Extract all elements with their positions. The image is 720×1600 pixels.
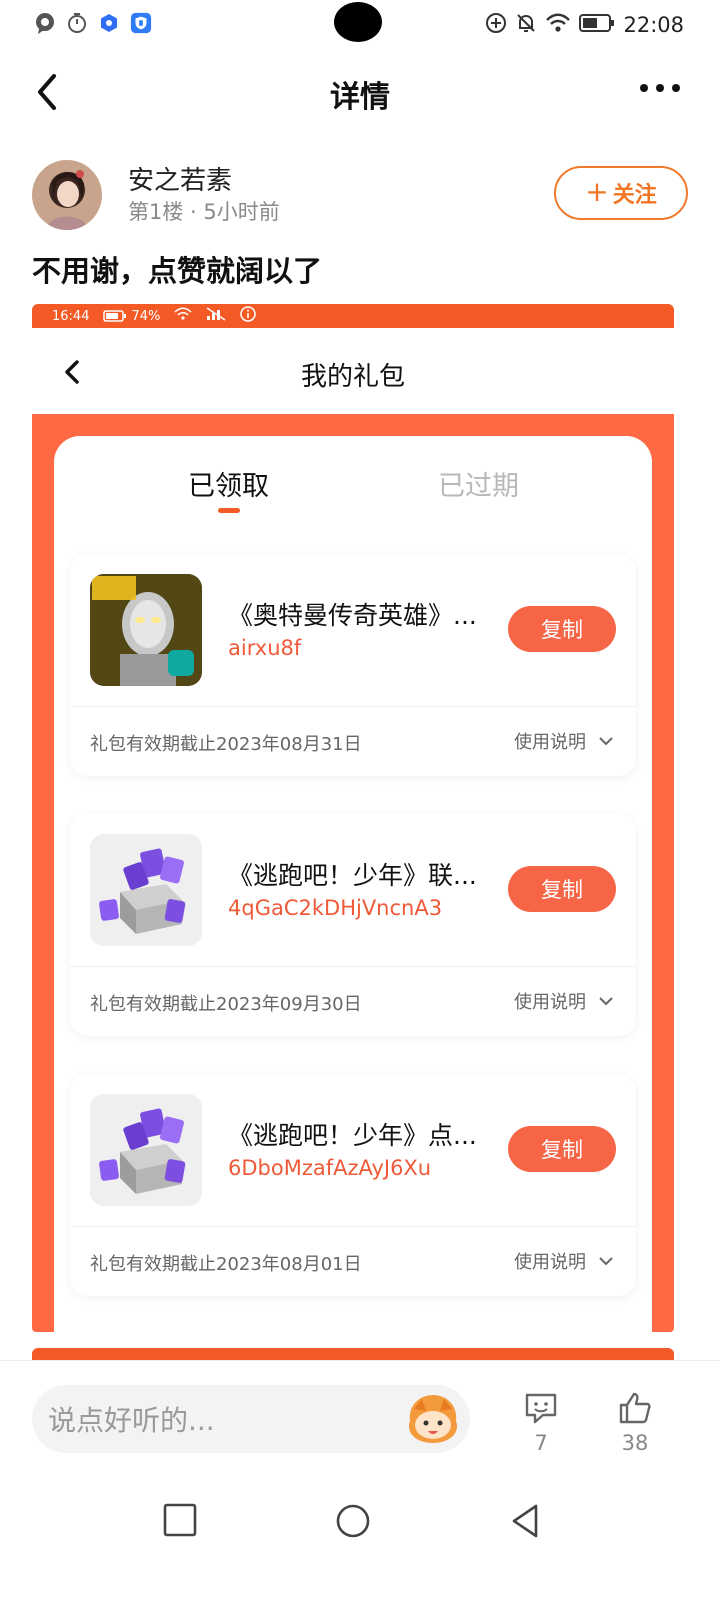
usage-help-label: 使用说明 xyxy=(514,992,586,1013)
add-circle-icon xyxy=(485,12,507,38)
usage-help-label: 使用说明 xyxy=(514,732,586,753)
comment-icon xyxy=(525,1393,557,1424)
status-left-icons xyxy=(34,12,152,34)
gift-expiry: 礼包有效期截止2023年09月30日 xyxy=(90,994,362,1015)
signal-off-icon xyxy=(206,307,226,325)
like-action[interactable]: 38 xyxy=(610,1391,660,1455)
image-battery: 74% xyxy=(103,309,160,324)
chevron-down-icon xyxy=(599,737,613,746)
triangle-back-icon xyxy=(512,1504,538,1538)
follow-label: 关注 xyxy=(612,183,657,208)
comment-count: 7 xyxy=(534,1431,548,1455)
gift-name: 《逃跑吧！少年》点... xyxy=(228,1121,477,1150)
divider xyxy=(70,1226,636,1227)
gift-expiry: 礼包有效期截止2023年08月01日 xyxy=(90,1254,362,1275)
blue-app-icon xyxy=(98,12,120,34)
image-status-time: 16:44 xyxy=(52,308,90,324)
wifi-icon xyxy=(545,12,571,38)
image-title: 我的礼包 xyxy=(300,362,405,392)
comment-input[interactable]: 说点好听的... xyxy=(32,1385,470,1453)
page-title: 详情 xyxy=(330,80,390,115)
copy-button: 复制 xyxy=(508,1126,616,1172)
gift-code: airxu8f xyxy=(228,636,302,660)
usage-help: 使用说明 xyxy=(514,1248,614,1274)
mascot-icon[interactable] xyxy=(404,1391,462,1447)
thumbs-up-icon xyxy=(619,1392,651,1424)
chevron-down-icon xyxy=(599,1257,613,1266)
plus-icon: + xyxy=(585,174,609,208)
divider xyxy=(70,966,636,967)
image-battery-level: 74% xyxy=(131,308,161,324)
comment-bar: 说点好听的... 7 38 xyxy=(0,1360,720,1470)
usage-help: 使用说明 xyxy=(514,728,614,754)
gift-tabs: 已领取 已过期 xyxy=(54,436,652,536)
author-name[interactable]: 安之若素 xyxy=(128,160,232,197)
gift-code: 4qGaC2kDHjVncnA3 xyxy=(228,896,443,920)
front-camera xyxy=(334,2,382,42)
gift-card: 《逃跑吧！少年》点... 6DboMzafAzAyJ6Xu 复制 礼包有效期截止… xyxy=(70,1074,636,1296)
status-time: 22:08 xyxy=(623,13,684,37)
avatar[interactable] xyxy=(32,160,102,230)
system-nav-bar xyxy=(0,1470,720,1600)
tab-indicator xyxy=(218,508,240,513)
wifi-icon xyxy=(174,307,192,325)
mute-bell-icon xyxy=(515,12,537,38)
circle-icon xyxy=(336,1504,370,1538)
shield-app-icon xyxy=(130,12,152,34)
square-icon xyxy=(163,1503,197,1537)
battery-icon xyxy=(579,13,615,37)
recents-button[interactable] xyxy=(162,1502,202,1542)
post-text: 不用谢，点赞就阔以了 xyxy=(32,254,323,288)
chat-bubble-icon xyxy=(34,12,56,34)
status-right-icons: 22:08 xyxy=(485,12,684,38)
ultraman-game-icon xyxy=(90,574,202,686)
gift-area: 已领取 已过期 《奥特曼传奇英雄》... airxu8f 复制 礼包有效期截止2… xyxy=(32,414,674,1332)
back-nav-button[interactable] xyxy=(508,1502,548,1542)
gift-card: 《奥特曼传奇英雄》... airxu8f 复制 礼包有效期截止2023年08月3… xyxy=(70,554,636,776)
more-dots-icon xyxy=(640,84,680,92)
status-bar: 22:08 xyxy=(0,0,720,52)
gift-name: 《逃跑吧！少年》联... xyxy=(228,861,477,890)
image-status-bar: 16:44 74% xyxy=(32,304,674,328)
tab-expired: 已过期 xyxy=(438,471,519,502)
header: 详情 xyxy=(0,58,720,126)
gift-box-icon xyxy=(90,834,202,946)
home-button[interactable] xyxy=(334,1502,374,1542)
comment-action[interactable]: 7 xyxy=(516,1391,566,1455)
info-icon xyxy=(240,306,257,326)
gift-box-icon xyxy=(90,1094,202,1206)
gift-card: 《逃跑吧！少年》联... 4qGaC2kDHjVncnA3 复制 礼包有效期截止… xyxy=(70,814,636,1036)
follow-button[interactable]: + 关注 xyxy=(554,166,688,220)
usage-help-label: 使用说明 xyxy=(514,1252,586,1273)
copy-button: 复制 xyxy=(508,866,616,912)
copy-button: 复制 xyxy=(508,606,616,652)
battery-icon xyxy=(103,310,127,322)
post-image[interactable]: 16:44 74% 我的礼包 已领取 已过期 《奥特曼传奇英雄》... airx… xyxy=(32,304,674,1332)
timer-icon xyxy=(66,12,88,34)
gift-name: 《奥特曼传奇英雄》... xyxy=(228,601,477,630)
gift-code: 6DboMzafAzAyJ6Xu xyxy=(228,1156,432,1180)
image-header: 我的礼包 xyxy=(32,328,674,414)
post-author: 安之若素 第1楼 · 5小时前 + 关注 xyxy=(32,156,688,232)
gift-expiry: 礼包有效期截止2023年08月31日 xyxy=(90,734,362,755)
comment-placeholder: 说点好听的... xyxy=(48,1404,215,1437)
divider xyxy=(70,706,636,707)
post-meta: 第1楼 · 5小时前 xyxy=(128,200,280,224)
like-count: 38 xyxy=(621,1431,649,1455)
gift-panel: 已领取 已过期 《奥特曼传奇英雄》... airxu8f 复制 礼包有效期截止2… xyxy=(54,436,652,1332)
chevron-down-icon xyxy=(599,997,613,1006)
tab-claimed: 已领取 xyxy=(188,471,269,502)
usage-help: 使用说明 xyxy=(514,988,614,1014)
more-button[interactable] xyxy=(638,78,682,98)
